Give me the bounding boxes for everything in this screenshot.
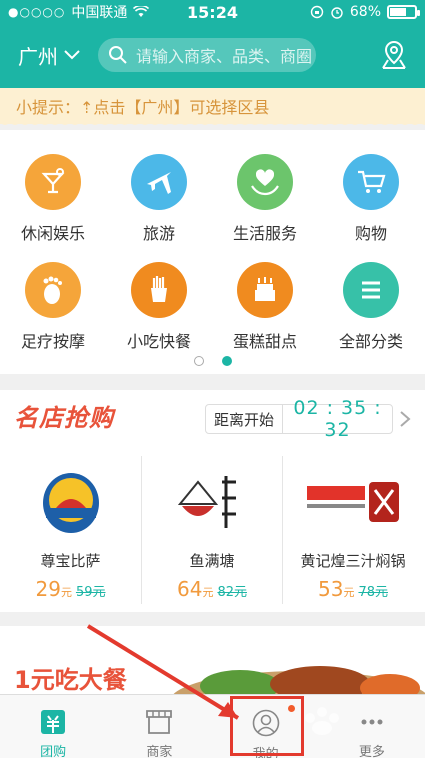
status-bar: ●○○○○ 中国联通 15:24 68% xyxy=(0,0,425,24)
category-label: 小吃快餐 xyxy=(126,332,191,351)
chevron-right-icon[interactable] xyxy=(399,410,411,428)
cocktail-icon xyxy=(25,154,81,210)
foot-icon xyxy=(25,262,81,318)
wave-divider xyxy=(0,122,425,125)
current-price: 64 xyxy=(177,577,203,601)
category-label: 休闲娱乐 xyxy=(20,224,85,243)
category-item[interactable]: 足疗按摩 xyxy=(0,262,106,352)
annotation-highlight-box xyxy=(230,696,304,756)
original-price: 82元 xyxy=(217,585,247,600)
shop-list: 尊宝比萨 29元 59元 鱼满塘 64元 82元 黄记煌三汁焖锅 53元 78元 xyxy=(0,456,425,604)
tip-bar: 小提示：⇡点击【广州】可选择区县 xyxy=(0,88,425,125)
flash-sale-section: 名店抢购 距离开始 02 : 35 : 32 尊宝比萨 29元 59元 鱼满塘 … xyxy=(0,390,425,612)
food-platter-image xyxy=(171,666,425,696)
countdown-label: 距离开始 xyxy=(214,410,275,429)
category-item[interactable]: 小吃快餐 xyxy=(106,262,212,352)
city-selector[interactable]: 广州 xyxy=(18,41,80,70)
search-placeholder: 请输入商家、品类、商圈 xyxy=(136,47,313,66)
battery-icon xyxy=(387,5,420,19)
tab-label: 商家 xyxy=(146,745,173,758)
map-pin-icon xyxy=(382,40,406,69)
shop-name: 黄记煌三汁焖锅 xyxy=(300,552,406,570)
category-label: 旅游 xyxy=(142,224,175,243)
heart-hand-icon xyxy=(237,154,293,210)
airplane-icon xyxy=(131,154,187,210)
tuangou-icon xyxy=(41,710,66,734)
shop-price: 53元 78元 xyxy=(283,577,423,601)
category-item[interactable]: 生活服务 xyxy=(212,154,318,244)
category-item[interactable]: 购物 xyxy=(318,154,424,244)
banner-title: 1元吃大餐 xyxy=(14,666,127,694)
shop-price: 64元 82元 xyxy=(142,577,282,601)
page-dot[interactable] xyxy=(221,356,232,366)
yumantang-logo xyxy=(162,468,262,538)
header: ●○○○○ 中国联通 15:24 68% 广州 请输入商家、品类、商圈 xyxy=(0,0,425,88)
tab-label: 更多 xyxy=(358,745,385,758)
chevron-down-icon xyxy=(64,50,80,60)
tip-text: 小提示：⇡点击【广州】可选择区县 xyxy=(16,98,270,117)
tab-shangjia[interactable]: 商家 xyxy=(106,695,212,758)
shop-price: 29元 59元 xyxy=(0,577,141,601)
current-price: 29 xyxy=(35,577,61,601)
search-input[interactable]: 请输入商家、品类、商圈 xyxy=(98,38,316,72)
baidu-watermark-icon xyxy=(305,707,339,735)
page-dot[interactable] xyxy=(193,356,204,366)
category-label: 蛋糕甜点 xyxy=(232,332,297,351)
page-indicator xyxy=(0,356,425,366)
shop-card[interactable]: 尊宝比萨 29元 59元 xyxy=(0,456,141,604)
search-icon xyxy=(109,46,127,64)
shop-card[interactable]: 黄记煌三汁焖锅 53元 78元 xyxy=(282,456,423,604)
price-unit: 元 xyxy=(60,586,72,599)
shop-card[interactable]: 鱼满塘 64元 82元 xyxy=(141,456,282,604)
menu-icon xyxy=(343,262,399,318)
clock: 15:24 xyxy=(187,2,238,22)
category-label: 购物 xyxy=(354,224,387,243)
tab-tuangou[interactable]: 团购 xyxy=(0,695,106,758)
category-item[interactable]: 蛋糕甜点 xyxy=(212,262,318,352)
map-button[interactable] xyxy=(379,39,409,71)
category-grid: 休闲娱乐 旅游 生活服务 购物足疗按摩 小吃快餐 蛋糕甜点 全部分类 xyxy=(0,130,425,374)
category-item[interactable]: 全部分类 xyxy=(318,262,424,352)
category-label: 全部分类 xyxy=(338,332,403,351)
fries-icon xyxy=(131,262,187,318)
huangjihuang-logo xyxy=(303,468,403,538)
price-unit: 元 xyxy=(202,586,214,599)
cart-icon xyxy=(343,154,399,210)
cake-icon xyxy=(237,262,293,318)
category-item[interactable]: 休闲娱乐 xyxy=(0,154,106,244)
store-icon xyxy=(146,710,173,734)
shop-name: 鱼满塘 xyxy=(189,552,235,570)
shop-name: 尊宝比萨 xyxy=(40,552,101,570)
category-item[interactable]: 旅游 xyxy=(106,154,212,244)
flash-sale-title: 名店抢购 xyxy=(14,404,114,432)
current-price: 53 xyxy=(318,577,344,601)
city-name: 广州 xyxy=(18,44,58,69)
price-unit: 元 xyxy=(343,586,355,599)
countdown: 距离开始 02 : 35 : 32 xyxy=(205,397,393,441)
category-label: 足疗按摩 xyxy=(20,332,85,351)
countdown-time: 02 : 35 : 32 xyxy=(293,397,382,441)
original-price: 59元 xyxy=(75,585,106,600)
tab-label: 团购 xyxy=(40,745,67,758)
category-label: 生活服务 xyxy=(232,224,297,243)
zunbao-logo xyxy=(21,468,121,538)
promo-banner[interactable]: 1元吃大餐 xyxy=(0,626,425,696)
nav-bar: 广州 请输入商家、品类、商圈 xyxy=(0,34,425,76)
original-price: 78元 xyxy=(358,585,388,600)
